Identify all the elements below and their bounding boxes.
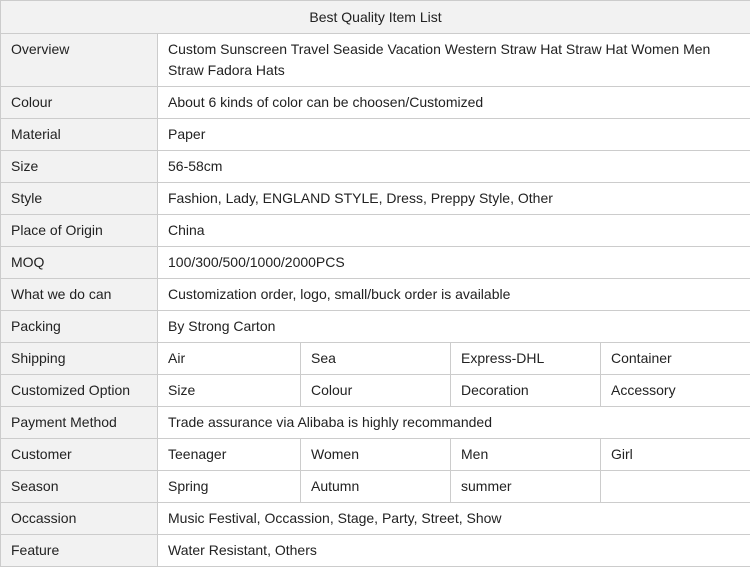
table-row-payment-method: Payment Method Trade assurance via Aliba… <box>1 407 750 439</box>
row-label: What we do can <box>1 279 158 311</box>
table-title-row: Best Quality Item List <box>1 1 750 34</box>
row-label: Customized Option <box>1 375 158 407</box>
row-label: Size <box>1 151 158 183</box>
row-value: China <box>158 215 750 247</box>
row-value: Men <box>451 439 601 471</box>
row-value: Girl <box>601 439 750 471</box>
row-label: Packing <box>1 311 158 343</box>
row-value: Container <box>601 343 750 375</box>
row-value: Water Resistant, Others <box>158 535 750 567</box>
row-value: About 6 kinds of color can be choosen/Cu… <box>158 87 750 119</box>
table-row-feature: Feature Water Resistant, Others <box>1 535 750 567</box>
table-row-overview: Overview Custom Sunscreen Travel Seaside… <box>1 34 750 87</box>
row-label: Payment Method <box>1 407 158 439</box>
row-value: Custom Sunscreen Travel Seaside Vacation… <box>158 34 750 87</box>
row-label: Material <box>1 119 158 151</box>
row-value: Teenager <box>158 439 301 471</box>
table-row-colour: Colour About 6 kinds of color can be cho… <box>1 87 750 119</box>
row-value: Paper <box>158 119 750 151</box>
row-value: Customization order, logo, small/buck or… <box>158 279 750 311</box>
row-value: Autumn <box>301 471 451 503</box>
row-value: Sea <box>301 343 451 375</box>
table-row-customized-option: Customized Option Size Colour Decoration… <box>1 375 750 407</box>
table-title: Best Quality Item List <box>1 1 750 34</box>
row-value: Size <box>158 375 301 407</box>
row-label: MOQ <box>1 247 158 279</box>
table-row-what-we-do: What we do can Customization order, logo… <box>1 279 750 311</box>
table-row-occassion: Occassion Music Festival, Occassion, Sta… <box>1 503 750 535</box>
row-value: Accessory <box>601 375 750 407</box>
row-value: Spring <box>158 471 301 503</box>
table-row-customer: Customer Teenager Women Men Girl <box>1 439 750 471</box>
row-value: Music Festival, Occassion, Stage, Party,… <box>158 503 750 535</box>
product-spec-table: Best Quality Item List Overview Custom S… <box>0 0 750 567</box>
row-value <box>601 471 750 503</box>
row-label: Season <box>1 471 158 503</box>
table-row-moq: MOQ 100/300/500/1000/2000PCS <box>1 247 750 279</box>
table-row-style: Style Fashion, Lady, ENGLAND STYLE, Dres… <box>1 183 750 215</box>
row-label: Overview <box>1 34 158 87</box>
table-row-material: Material Paper <box>1 119 750 151</box>
table-row-packing: Packing By Strong Carton <box>1 311 750 343</box>
row-value: summer <box>451 471 601 503</box>
row-value: Air <box>158 343 301 375</box>
row-label: Customer <box>1 439 158 471</box>
row-label: Style <box>1 183 158 215</box>
table-row-place-of-origin: Place of Origin China <box>1 215 750 247</box>
table-row-size: Size 56-58cm <box>1 151 750 183</box>
row-value: Fashion, Lady, ENGLAND STYLE, Dress, Pre… <box>158 183 750 215</box>
table-row-shipping: Shipping Air Sea Express-DHL Container <box>1 343 750 375</box>
row-value: Decoration <box>451 375 601 407</box>
table-row-season: Season Spring Autumn summer <box>1 471 750 503</box>
row-label: Colour <box>1 87 158 119</box>
row-value: Express-DHL <box>451 343 601 375</box>
row-label: Shipping <box>1 343 158 375</box>
row-label: Feature <box>1 535 158 567</box>
row-value: Women <box>301 439 451 471</box>
row-value: Colour <box>301 375 451 407</box>
row-value: Trade assurance via Alibaba is highly re… <box>158 407 750 439</box>
row-label: Place of Origin <box>1 215 158 247</box>
row-label: Occassion <box>1 503 158 535</box>
row-value: 100/300/500/1000/2000PCS <box>158 247 750 279</box>
row-value: 56-58cm <box>158 151 750 183</box>
row-value: By Strong Carton <box>158 311 750 343</box>
